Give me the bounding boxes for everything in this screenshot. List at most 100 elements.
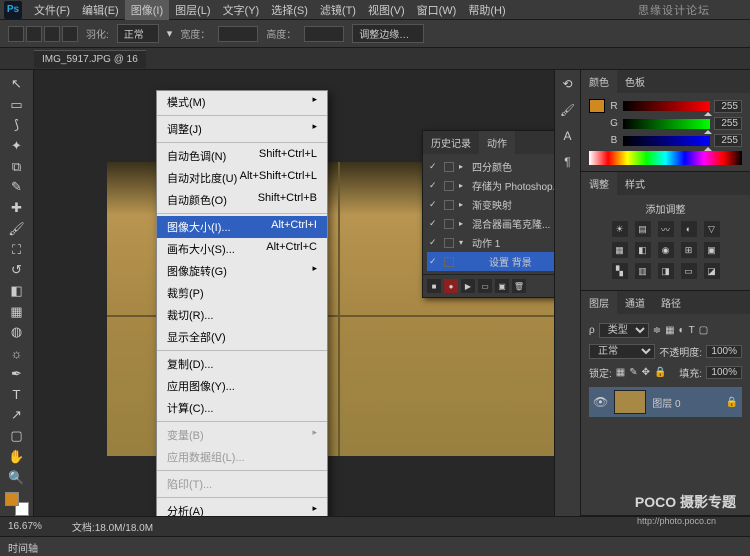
channel-mixer-icon[interactable]: ⊞ bbox=[681, 242, 697, 258]
hand-tool[interactable]: ✋ bbox=[5, 447, 29, 467]
menu-item[interactable]: 裁剪(P) bbox=[157, 282, 327, 304]
shape-tool[interactable]: ▢ bbox=[5, 426, 29, 446]
selection-style-icons[interactable] bbox=[8, 26, 78, 42]
layer-name[interactable]: 图层 0 bbox=[652, 395, 680, 410]
menu-item[interactable]: 计算(C)... bbox=[157, 397, 327, 419]
tab-history[interactable]: 历史记录 bbox=[423, 131, 479, 154]
menu-item[interactable]: 分析(A) bbox=[157, 500, 327, 516]
filter-adjust-icon[interactable]: ◐ bbox=[679, 325, 685, 336]
record-icon[interactable]: ● bbox=[444, 279, 458, 293]
tab-color[interactable]: 颜色 bbox=[581, 70, 617, 93]
new-set-icon[interactable]: ▭ bbox=[478, 279, 492, 293]
history-icon[interactable]: ⟲ bbox=[560, 76, 576, 92]
menu-6[interactable]: 滤镜(T) bbox=[314, 0, 362, 20]
stop-icon[interactable]: ■ bbox=[427, 279, 441, 293]
char-panel-icon[interactable]: A bbox=[560, 128, 576, 144]
threshold-icon[interactable]: ◨ bbox=[658, 263, 674, 279]
tab-swatches[interactable]: 色板 bbox=[617, 70, 653, 93]
stamp-tool[interactable]: ⛶ bbox=[5, 240, 29, 260]
gradient-tool[interactable]: ▦ bbox=[5, 302, 29, 322]
menu-4[interactable]: 文字(Y) bbox=[217, 0, 266, 20]
height-input[interactable] bbox=[304, 26, 344, 42]
action-item[interactable]: ✓设置 背景 bbox=[427, 252, 554, 271]
menu-item[interactable]: 自动对比度(U)Alt+Shift+Ctrl+L bbox=[157, 167, 327, 189]
menu-5[interactable]: 选择(S) bbox=[265, 0, 314, 20]
blend-mode-select[interactable]: 正常 bbox=[589, 344, 655, 359]
play-icon[interactable]: ▶ bbox=[461, 279, 475, 293]
blend-mode-select[interactable]: 正常 bbox=[117, 24, 159, 43]
r-slider[interactable] bbox=[623, 101, 710, 111]
color-lookup-icon[interactable]: ▣ bbox=[704, 242, 720, 258]
hue-icon[interactable]: ▦ bbox=[612, 242, 628, 258]
exposure-icon[interactable]: ◐ bbox=[681, 221, 697, 237]
menu-item[interactable]: 应用图像(Y)... bbox=[157, 375, 327, 397]
tab-adjustments[interactable]: 调整 bbox=[581, 172, 617, 195]
path-tool[interactable]: ↗ bbox=[5, 406, 29, 426]
pen-tool[interactable]: ✒ bbox=[5, 364, 29, 384]
menu-1[interactable]: 编辑(E) bbox=[76, 0, 125, 20]
menu-2[interactable]: 图像(I) bbox=[125, 0, 169, 20]
trash-icon[interactable]: 🗑 bbox=[512, 279, 526, 293]
opacity-value[interactable]: 100% bbox=[706, 345, 742, 358]
menu-item[interactable]: 调整(J) bbox=[157, 118, 327, 140]
menu-item[interactable]: 显示全部(V) bbox=[157, 326, 327, 348]
timeline-panel[interactable]: 时间轴 bbox=[0, 536, 750, 556]
r-value[interactable]: 255 bbox=[714, 100, 742, 113]
b-slider[interactable] bbox=[623, 136, 710, 146]
para-panel-icon[interactable]: ¶ bbox=[560, 154, 576, 170]
action-item[interactable]: ✓▸渐变映射 bbox=[427, 195, 554, 214]
posterize-icon[interactable]: ▥ bbox=[635, 263, 651, 279]
visibility-icon[interactable]: 👁 bbox=[593, 395, 608, 409]
b-value[interactable]: 255 bbox=[714, 134, 742, 147]
vibrance-icon[interactable]: ▽ bbox=[704, 221, 720, 237]
zoom-tool[interactable]: 🔍 bbox=[5, 468, 29, 488]
filter-shape-icon[interactable]: ▢ bbox=[699, 325, 708, 336]
lock-pixel-icon[interactable]: ✎ bbox=[629, 367, 637, 378]
layer-thumbnail[interactable] bbox=[614, 390, 646, 414]
move-tool[interactable]: ↖ bbox=[5, 74, 29, 94]
selective-color-icon[interactable]: ◪ bbox=[704, 263, 720, 279]
action-item[interactable]: ✓▸存储为 Photoshop... bbox=[427, 176, 554, 195]
lock-pos-icon[interactable]: ✥ bbox=[642, 367, 650, 378]
eraser-tool[interactable]: ◧ bbox=[5, 281, 29, 301]
menu-item[interactable]: 裁切(R)... bbox=[157, 304, 327, 326]
dodge-tool[interactable]: ☼ bbox=[5, 343, 29, 363]
action-item[interactable]: ✓▸混合器画笔克隆... bbox=[427, 214, 554, 233]
tab-layers[interactable]: 图层 bbox=[581, 291, 617, 314]
new-action-icon[interactable]: ▣ bbox=[495, 279, 509, 293]
history-brush-tool[interactable]: ↺ bbox=[5, 260, 29, 280]
g-slider[interactable] bbox=[623, 119, 710, 129]
lock-all-icon[interactable]: 🔒 bbox=[654, 367, 666, 378]
tab-paths[interactable]: 路径 bbox=[653, 291, 689, 314]
menu-8[interactable]: 窗口(W) bbox=[411, 0, 463, 20]
refine-edge-button[interactable]: 调整边缘… bbox=[352, 24, 424, 43]
menu-item[interactable]: 画布大小(S)...Alt+Ctrl+C bbox=[157, 238, 327, 260]
layer-item[interactable]: 👁 图层 0 🔒 bbox=[589, 387, 742, 417]
gradient-map-icon[interactable]: ▭ bbox=[681, 263, 697, 279]
heal-tool[interactable]: ✚ bbox=[5, 198, 29, 218]
eyedropper-tool[interactable]: ✎ bbox=[5, 178, 29, 198]
color-swatches[interactable] bbox=[5, 492, 29, 516]
brightness-icon[interactable]: ☀ bbox=[612, 221, 628, 237]
menu-9[interactable]: 帮助(H) bbox=[462, 0, 511, 20]
menu-7[interactable]: 视图(V) bbox=[362, 0, 411, 20]
wand-tool[interactable]: ✦ bbox=[5, 136, 29, 156]
filter-type-icon[interactable]: T bbox=[689, 325, 695, 336]
fill-value[interactable]: 100% bbox=[706, 366, 742, 379]
menu-item[interactable]: 图像大小(I)...Alt+Ctrl+I bbox=[157, 216, 327, 238]
lasso-tool[interactable]: ⟆ bbox=[5, 115, 29, 135]
menu-item[interactable]: 复制(D)... bbox=[157, 353, 327, 375]
lock-trans-icon[interactable]: ▦ bbox=[616, 367, 625, 378]
g-value[interactable]: 255 bbox=[714, 117, 742, 130]
width-input[interactable] bbox=[218, 26, 258, 42]
brush-tool[interactable]: 🖌 bbox=[5, 219, 29, 239]
document-tab[interactable]: IMG_5917.JPG @ 16 bbox=[34, 50, 146, 68]
tab-styles[interactable]: 样式 bbox=[617, 172, 653, 195]
filter-pixel-icon[interactable]: ▦ bbox=[665, 325, 674, 336]
invert-icon[interactable]: ▚ bbox=[612, 263, 628, 279]
bw-icon[interactable]: ◧ bbox=[635, 242, 651, 258]
menu-3[interactable]: 图层(L) bbox=[169, 0, 216, 20]
tab-actions[interactable]: 动作 bbox=[479, 131, 515, 154]
menu-0[interactable]: 文件(F) bbox=[28, 0, 76, 20]
brush-panel-icon[interactable]: 🖌 bbox=[560, 102, 576, 118]
